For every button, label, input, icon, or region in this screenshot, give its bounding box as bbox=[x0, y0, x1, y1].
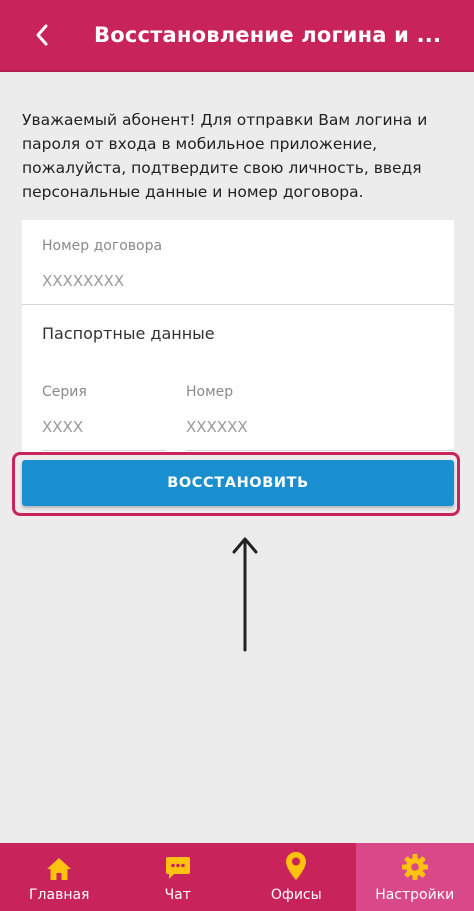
contract-number-input[interactable] bbox=[42, 272, 432, 290]
bottom-tab-bar: Главная Чат Офисы Настройки bbox=[0, 843, 474, 911]
tab-offices[interactable]: Офисы bbox=[237, 843, 356, 911]
location-pin-icon bbox=[286, 852, 307, 880]
passport-series-input[interactable] bbox=[42, 418, 162, 436]
tab-settings[interactable]: Настройки bbox=[355, 843, 474, 911]
tab-settings-label: Настройки bbox=[375, 887, 455, 903]
tab-offices-label: Офисы bbox=[270, 887, 322, 903]
restore-form: Номер договора Паспортные данные Серия Н… bbox=[22, 220, 454, 452]
passport-number-label: Номер bbox=[186, 384, 234, 400]
number-underline bbox=[186, 450, 454, 451]
passport-series-label: Серия bbox=[42, 384, 87, 400]
back-button[interactable] bbox=[12, 0, 72, 71]
tab-home-label: Главная bbox=[29, 887, 90, 903]
page-title: Восстановление логина и ... bbox=[94, 23, 442, 47]
chevron-left-icon bbox=[36, 24, 48, 46]
passport-number-input[interactable] bbox=[186, 418, 346, 436]
contract-number-label: Номер договора bbox=[42, 238, 163, 254]
passport-section-title: Паспортные данные bbox=[42, 324, 215, 343]
series-underline bbox=[42, 450, 166, 451]
divider bbox=[22, 304, 454, 305]
arrow-up-icon bbox=[232, 537, 258, 652]
intro-text: Уважаемый абонент! Для отправки Вам логи… bbox=[22, 111, 428, 201]
home-icon bbox=[47, 858, 72, 880]
restore-button[interactable]: ВОССТАНОВИТЬ bbox=[22, 460, 454, 506]
gear-icon bbox=[401, 854, 428, 880]
tab-chat[interactable]: Чат bbox=[119, 843, 238, 911]
tab-chat-label: Чат bbox=[164, 887, 191, 903]
tab-home[interactable]: Главная bbox=[0, 843, 119, 911]
app-header: Восстановление логина и ... bbox=[0, 0, 474, 72]
chat-icon bbox=[165, 857, 190, 879]
